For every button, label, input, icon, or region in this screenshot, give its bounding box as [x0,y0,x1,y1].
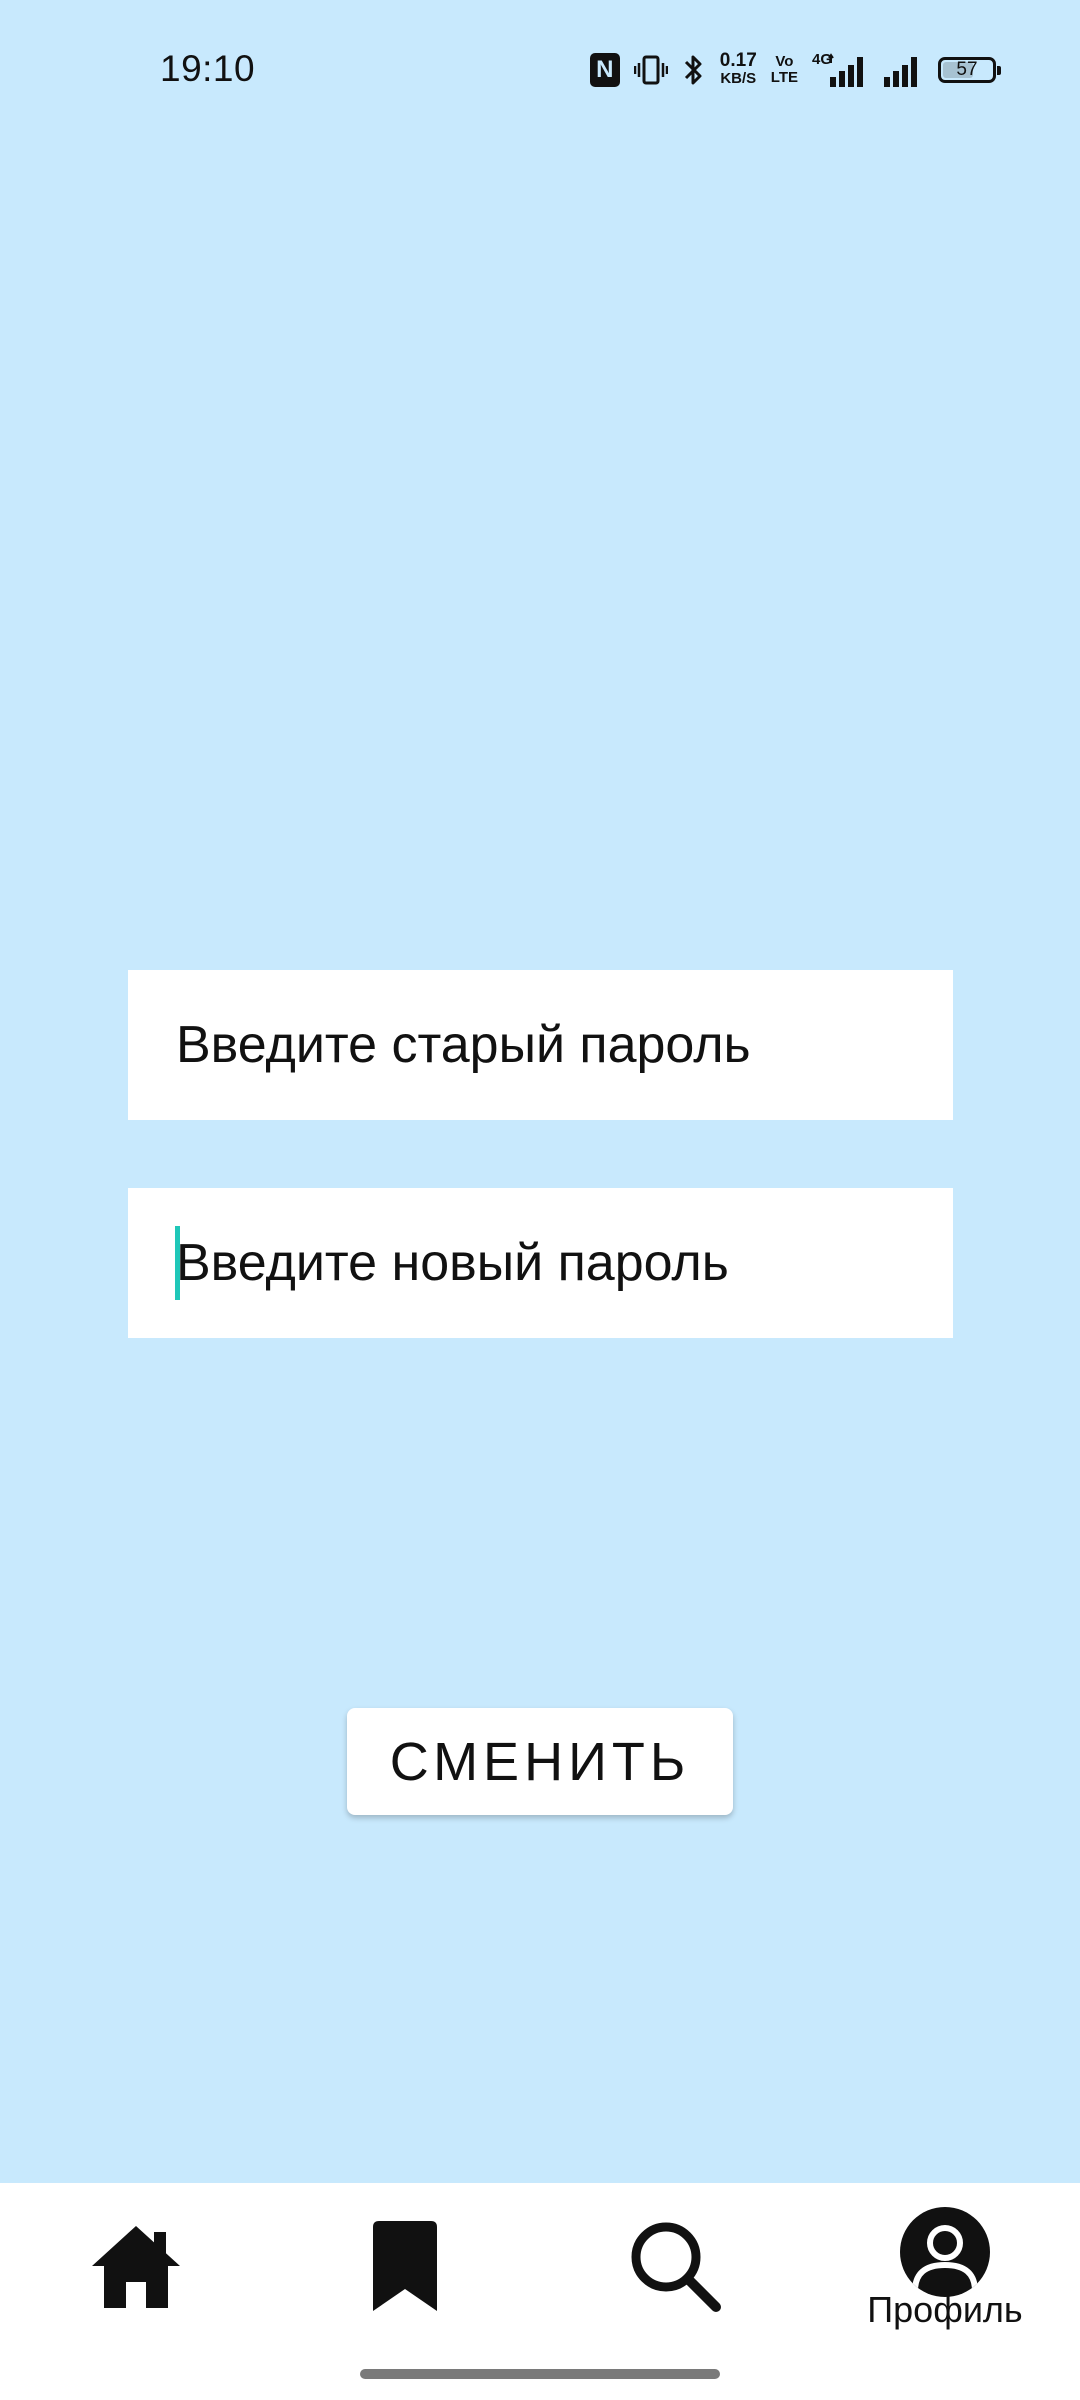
nav-item-profile[interactable]: Профиль [845,2183,1045,2353]
search-icon [628,2219,722,2318]
volte-indicator: Vo LTE [771,54,798,86]
network-speed: 0.17 KB/S [719,50,757,88]
battery-icon: 57 [938,57,1001,83]
old-password-input[interactable] [128,970,953,1120]
bluetooth-icon [682,52,706,88]
volte-top: Vo [775,53,794,70]
battery-level: 57 [956,59,978,80]
vibrate-icon [633,53,668,87]
profile-icon [900,2207,990,2297]
status-icons: N 0.17 KB/S Vo LTE 4G 57 [589,50,1001,90]
nav-label-profile: Профиль [867,2289,1023,2330]
profile-tab-content: Профиль [845,2183,1045,2353]
nav-item-bookmarks[interactable] [305,2183,505,2353]
nav-item-search[interactable] [575,2183,775,2353]
network-speed-unit: KB/S [720,70,757,87]
bottom-navigation: Профиль [0,2183,1080,2400]
new-password-field[interactable] [128,1188,953,1338]
status-time: 19:10 [160,48,256,89]
nfc-icon: N [589,53,620,87]
volte-bottom: LTE [770,69,798,86]
old-password-field[interactable] [128,970,953,1120]
signal-icon [882,53,924,87]
network-speed-value: 0.17 [719,50,757,71]
bookmark-icon [369,2219,441,2318]
signal-icon: 4G [812,51,868,87]
home-icon [90,2220,182,2317]
gesture-navigation-bar[interactable] [360,2369,720,2379]
change-password-button[interactable]: СМЕНИТЬ [347,1708,733,1815]
nav-item-home[interactable] [36,2183,236,2353]
status-bar: 19:10 N 0.17 KB/S Vo LTE 4G 57 [0,0,1080,140]
text-caret [175,1226,180,1300]
new-password-input[interactable] [128,1188,953,1338]
